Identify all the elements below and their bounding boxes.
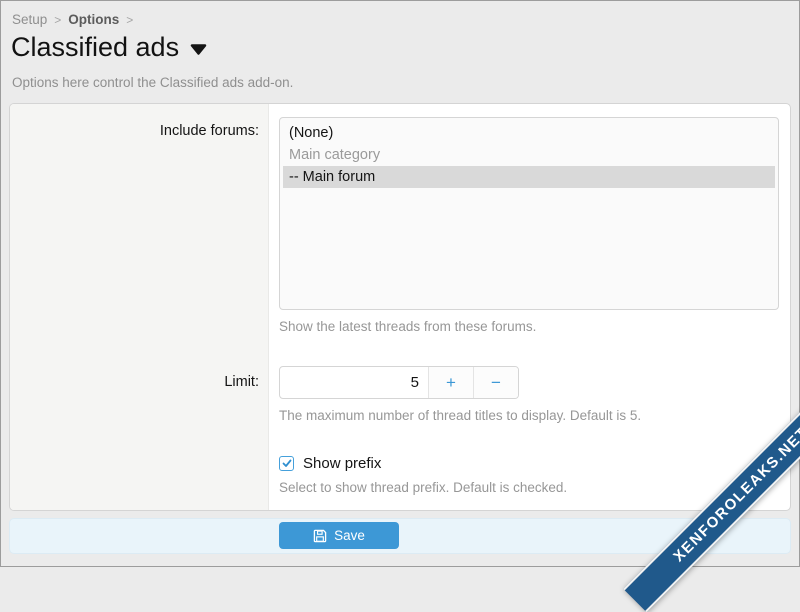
include-forums-hint: Show the latest threads from these forum…	[279, 319, 779, 334]
include-forums-row: Include forums: (None) Main category -- …	[10, 104, 790, 334]
increment-button[interactable]: +	[428, 367, 473, 398]
page-title-text: Classified ads	[11, 32, 179, 63]
decrement-button[interactable]: −	[473, 367, 518, 398]
show-prefix-label: Show prefix	[303, 455, 381, 472]
select-option-main-forum[interactable]: -- Main forum	[283, 166, 775, 188]
limit-hint: The maximum number of thread titles to d…	[279, 408, 779, 423]
show-prefix-checkbox[interactable]	[279, 456, 294, 471]
limit-input[interactable]	[280, 367, 428, 398]
breadcrumb-item-setup[interactable]: Setup	[12, 12, 47, 27]
breadcrumb: Setup > Options >	[12, 12, 133, 27]
show-prefix-row: Show prefix Select to show thread prefix…	[10, 455, 790, 495]
breadcrumb-separator: >	[54, 13, 61, 27]
limit-row: Limit: + − The maximum number of thread …	[10, 366, 790, 423]
show-prefix-option[interactable]: Show prefix	[279, 455, 381, 472]
select-option-none[interactable]: (None)	[283, 122, 775, 144]
breadcrumb-separator: >	[126, 13, 133, 27]
save-button[interactable]: Save	[279, 522, 399, 549]
breadcrumb-item-options[interactable]: Options	[68, 12, 119, 27]
select-option-main-category[interactable]: Main category	[283, 144, 775, 166]
include-forums-label: Include forums:	[10, 117, 270, 334]
include-forums-select[interactable]: (None) Main category -- Main forum	[279, 117, 779, 310]
page-description: Options here control the Classified ads …	[12, 75, 293, 90]
title-dropdown-caret-icon[interactable]	[190, 44, 207, 55]
show-prefix-hint: Select to show thread prefix. Default is…	[279, 480, 779, 495]
options-form-panel: Include forums: (None) Main category -- …	[9, 103, 791, 511]
limit-label: Limit:	[10, 366, 270, 423]
page-title: Classified ads	[11, 32, 207, 63]
save-icon	[313, 529, 327, 543]
checkmark-icon	[282, 459, 292, 468]
limit-spinner: + −	[279, 366, 519, 399]
save-button-label: Save	[334, 528, 365, 543]
